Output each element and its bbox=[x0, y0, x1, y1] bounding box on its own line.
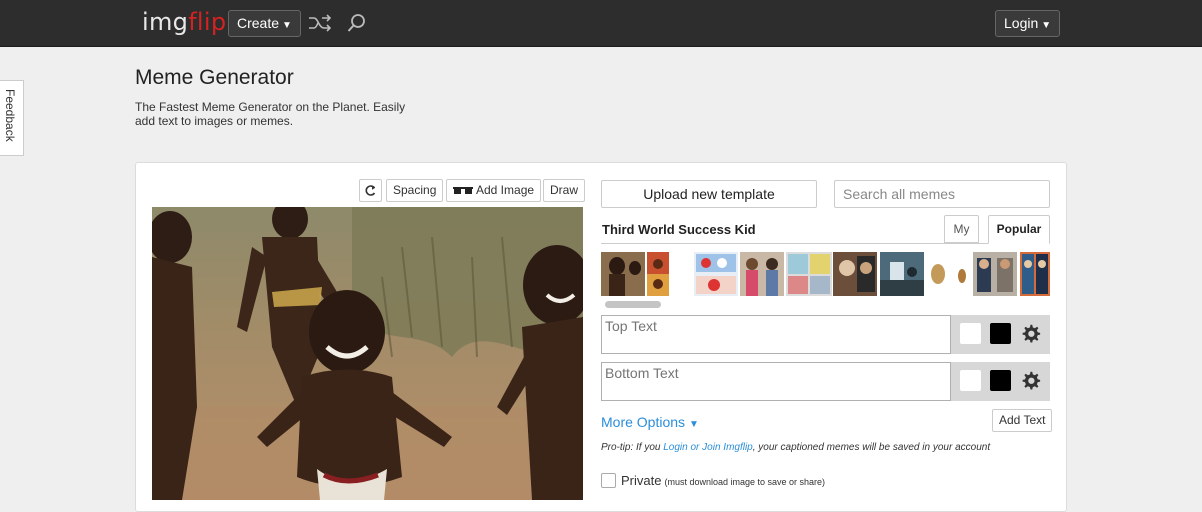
search-memes-input[interactable] bbox=[834, 180, 1050, 208]
feedback-tab[interactable]: Feedback bbox=[0, 80, 24, 156]
tab-my[interactable]: My bbox=[944, 215, 979, 243]
text-row-top bbox=[601, 315, 1050, 354]
template-thumbnail[interactable] bbox=[880, 252, 924, 296]
rotate-icon bbox=[365, 185, 376, 196]
thumbnail-scrollbar[interactable] bbox=[605, 301, 661, 308]
add-text-button[interactable]: Add Text bbox=[992, 409, 1053, 432]
page-title: Meme Generator bbox=[135, 66, 294, 89]
template-thumbnail[interactable] bbox=[926, 252, 970, 296]
outline-color-swatch[interactable] bbox=[990, 323, 1011, 344]
add-image-label: Add Image bbox=[476, 183, 535, 197]
tab-popular-label: Popular bbox=[996, 222, 1042, 236]
tab-popular[interactable]: Popular bbox=[988, 215, 1050, 244]
rotate-button[interactable] bbox=[359, 179, 382, 202]
more-options-label: More Options bbox=[601, 414, 686, 430]
page-subtitle: The Fastest Meme Generator on the Planet… bbox=[135, 100, 406, 128]
protip-text: Pro-tip: If you Login or Join Imgflip, y… bbox=[601, 442, 990, 453]
text-color-swatch[interactable] bbox=[960, 323, 981, 344]
chevron-down-icon: ▼ bbox=[282, 20, 292, 31]
outline-color-swatch[interactable] bbox=[990, 370, 1011, 391]
gear-icon[interactable] bbox=[1020, 370, 1041, 391]
gear-icon[interactable] bbox=[1020, 323, 1041, 344]
upload-template-label: Upload new template bbox=[643, 186, 775, 202]
top-navigation-bar: imgflip Create ▼ Login ▼ bbox=[0, 0, 1202, 47]
chevron-down-icon: ▼ bbox=[1041, 20, 1052, 31]
sunglasses-icon bbox=[453, 186, 473, 194]
upload-template-button[interactable]: Upload new template bbox=[601, 180, 817, 208]
create-menu-button[interactable]: Create ▼ bbox=[228, 10, 301, 37]
text-style-tools bbox=[951, 362, 1050, 401]
protip-suffix: , your captioned memes will be saved in … bbox=[752, 442, 991, 453]
search-icon[interactable] bbox=[346, 12, 368, 34]
template-thumbnail[interactable] bbox=[833, 252, 877, 296]
add-text-label: Add Text bbox=[999, 413, 1046, 427]
feedback-label: Feedback bbox=[3, 89, 17, 142]
chevron-down-icon: ▼ bbox=[689, 419, 699, 430]
tab-my-label: My bbox=[953, 222, 970, 236]
bottom-text-input[interactable] bbox=[601, 362, 951, 401]
template-thumbnail[interactable] bbox=[740, 252, 784, 296]
selected-template-name: Third World Success Kid bbox=[602, 222, 756, 237]
create-label: Create bbox=[237, 15, 280, 31]
login-label: Login bbox=[1004, 15, 1039, 31]
private-note: (must download image to save or share) bbox=[664, 477, 826, 487]
protip-prefix: Pro-tip: If you bbox=[601, 442, 664, 453]
draw-button[interactable]: Draw bbox=[543, 179, 586, 202]
more-options-link[interactable]: More Options ▼ bbox=[601, 414, 699, 430]
tab-divider bbox=[601, 243, 1050, 244]
template-thumbnail[interactable] bbox=[973, 252, 1017, 296]
login-menu-button[interactable]: Login ▼ bbox=[995, 10, 1061, 37]
top-text-input[interactable] bbox=[601, 315, 951, 354]
add-image-button[interactable]: Add Image bbox=[446, 179, 542, 202]
template-thumbnail[interactable] bbox=[694, 252, 738, 296]
draw-label: Draw bbox=[550, 183, 579, 197]
spacing-label: Spacing bbox=[393, 183, 437, 197]
login-join-link[interactable]: Login or Join Imgflip bbox=[663, 442, 753, 453]
private-label: Private bbox=[621, 473, 662, 488]
imgflip-logo[interactable]: imgflip bbox=[142, 8, 226, 36]
meme-image-canvas[interactable] bbox=[152, 207, 583, 500]
spacing-button[interactable]: Spacing bbox=[386, 179, 444, 202]
private-label-group: Private (must download image to save or s… bbox=[621, 473, 825, 488]
text-style-tools bbox=[951, 315, 1050, 354]
private-checkbox[interactable] bbox=[601, 473, 616, 488]
template-thumbnail[interactable] bbox=[647, 252, 669, 296]
template-thumbnail[interactable] bbox=[601, 252, 645, 296]
template-thumbnail[interactable] bbox=[1020, 252, 1050, 296]
text-color-swatch[interactable] bbox=[960, 370, 981, 391]
text-row-bottom bbox=[601, 362, 1050, 401]
shuffle-icon[interactable] bbox=[307, 12, 333, 34]
template-thumbnail[interactable] bbox=[786, 252, 832, 296]
